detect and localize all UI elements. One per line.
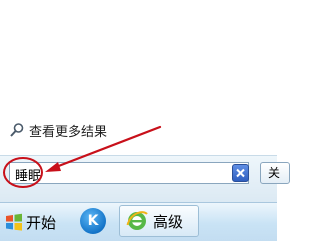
start-button[interactable]: 开始 [0, 203, 57, 241]
annotation-ellipse [3, 157, 43, 188]
start-label: 开始 [26, 213, 57, 232]
magnifier-icon [10, 123, 24, 137]
see-more-results-link[interactable]: 查看更多结果 [9, 120, 107, 140]
search-results-area: 查看更多结果 [0, 0, 277, 155]
ie-browser-icon [126, 211, 148, 230]
clear-search-icon [236, 168, 245, 178]
advanced-taskbar-button[interactable]: 高级 [119, 205, 199, 237]
search-input[interactable]: 睡眠 [9, 162, 249, 184]
k-app-icon[interactable]: K [80, 208, 106, 234]
clear-search-button[interactable] [232, 164, 249, 182]
see-more-results-label: 查看更多结果 [29, 124, 108, 140]
shutdown-button[interactable]: 关 [260, 162, 290, 184]
advanced-label: 高级 [153, 212, 184, 231]
taskbar: 开始 K 高级 [0, 202, 277, 241]
windows-logo-icon [6, 213, 22, 231]
